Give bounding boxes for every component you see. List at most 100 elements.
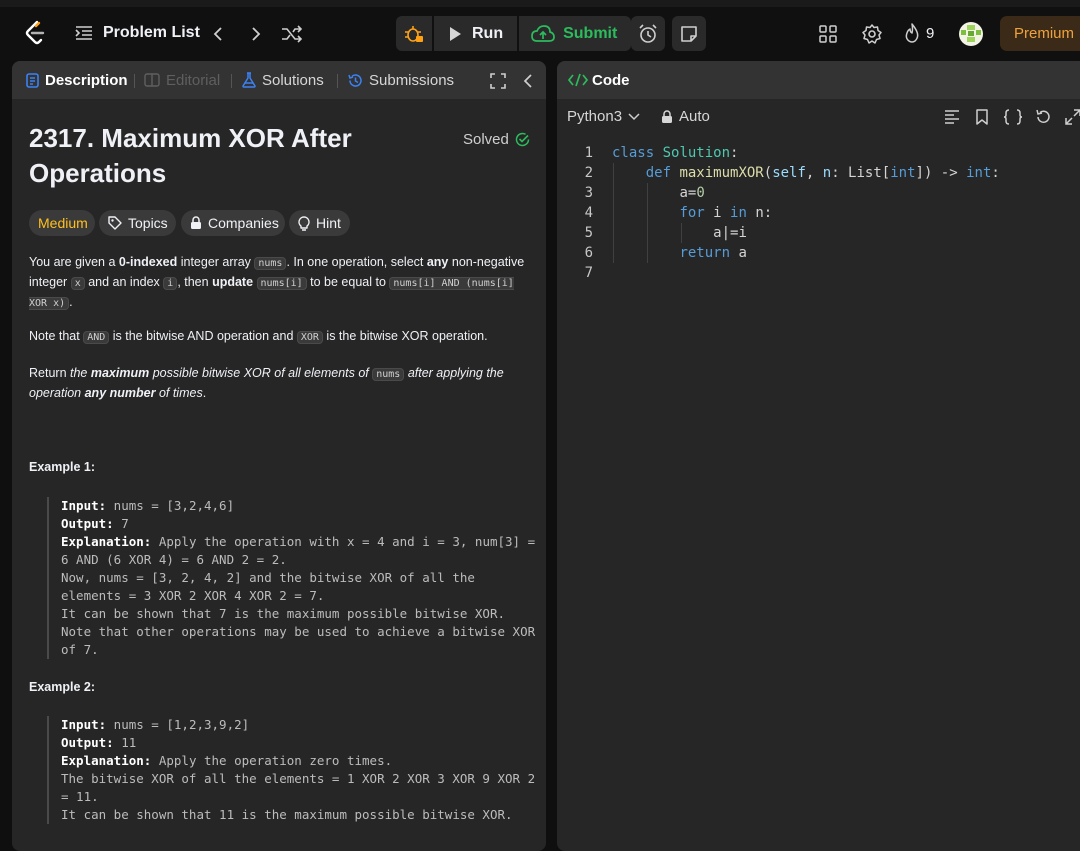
random-problem-button[interactable] — [280, 23, 304, 45]
lightbulb-icon — [298, 215, 310, 231]
code-editor[interactable]: 1 class Solution: 2 def maximumXOR(self,… — [557, 143, 1080, 363]
problem-title: 2317. Maximum XOR After Operations — [29, 123, 352, 188]
leetcode-logo-icon[interactable] — [22, 19, 48, 47]
expand-editor-button[interactable] — [1064, 108, 1080, 126]
tab-editorial[interactable]: Editorial — [144, 61, 220, 99]
companies-tag-button[interactable]: Companies — [181, 210, 285, 236]
code-line-text: a=0 — [679, 185, 705, 201]
tab-divider — [134, 74, 135, 88]
topics-label: Topics — [128, 215, 168, 231]
grid-layout-icon — [819, 25, 837, 43]
gear-icon — [862, 24, 882, 44]
problem-statement-paragraph: You are given a 0-indexed integer array … — [29, 255, 525, 310]
tab-code[interactable]: Code — [568, 61, 630, 99]
braces-button[interactable] — [1002, 108, 1024, 126]
tab-description-label: Description — [45, 71, 128, 89]
premium-label: Premium — [1014, 25, 1075, 42]
tab-solutions-label: Solutions — [262, 71, 324, 89]
code-line: 1 class Solution: — [557, 143, 739, 163]
submit-button[interactable]: Submit — [519, 16, 632, 51]
description-panel: Description Editorial Solutions Submissi… — [12, 61, 546, 851]
code-line: 5 a|=i — [557, 223, 747, 243]
bookmark-icon — [976, 109, 988, 125]
layout-button[interactable] — [817, 23, 839, 45]
cloud-upload-icon — [531, 24, 555, 43]
undo-icon — [1036, 109, 1050, 123]
code-line: 4 for i in n: — [557, 203, 773, 223]
history-icon — [348, 73, 363, 88]
tag-icon — [108, 216, 122, 230]
difficulty-badge: Medium — [29, 210, 95, 236]
code-brackets-icon — [568, 73, 588, 87]
return-paragraph: Return the maximum possible bitwise XOR … — [29, 366, 504, 400]
chevron-right-icon — [252, 27, 261, 41]
inline-code: AND — [83, 331, 110, 344]
flask-icon — [242, 72, 256, 88]
language-select[interactable]: Python3 — [567, 108, 640, 125]
inline-code: nums[i] — [256, 277, 307, 290]
language-label: Python3 — [567, 108, 623, 125]
example-1-block: Input: nums = [3,2,4,6] Output: 7 Explan… — [47, 497, 537, 659]
code-line-text: class Solution: — [612, 145, 739, 161]
expand-diagonal-icon — [1065, 109, 1080, 125]
curly-braces-icon — [1003, 109, 1023, 125]
bug-lock-icon — [404, 24, 424, 44]
collapse-panel-button[interactable] — [519, 72, 537, 90]
tab-divider — [231, 74, 232, 88]
timer-button[interactable] — [631, 16, 665, 51]
debug-button[interactable] — [396, 16, 432, 51]
bookmark-button[interactable] — [973, 108, 991, 126]
line-number: 5 — [584, 225, 593, 241]
reset-code-button[interactable] — [1034, 108, 1052, 126]
tab-solutions[interactable]: Solutions — [242, 61, 324, 99]
note-icon — [681, 25, 697, 42]
settings-button[interactable] — [861, 23, 883, 45]
list-icon — [75, 25, 93, 41]
check-circle-icon — [515, 132, 530, 147]
inline-code: i — [163, 277, 178, 290]
line-number: 7 — [584, 265, 593, 281]
topics-tag-button[interactable]: Topics — [99, 210, 176, 236]
streak-counter[interactable]: 9 — [904, 23, 934, 43]
notes-button[interactable] — [672, 16, 706, 51]
line-number: 3 — [584, 185, 593, 201]
chevron-left-icon — [213, 27, 222, 41]
tab-editorial-label: Editorial — [166, 71, 221, 89]
document-icon — [26, 72, 39, 88]
solved-status: Solved — [463, 131, 530, 148]
hint-tag-button[interactable]: Hint — [289, 210, 350, 236]
play-icon — [448, 26, 462, 42]
tab-submissions[interactable]: Submissions — [348, 61, 454, 99]
tab-code-label: Code — [592, 71, 630, 89]
companies-label: Companies — [208, 215, 279, 231]
premium-button[interactable]: Premium — [1000, 16, 1080, 51]
submit-label: Submit — [563, 24, 618, 42]
book-icon — [144, 73, 160, 87]
difficulty-label: Medium — [38, 215, 88, 231]
problem-list-button[interactable]: Problem List — [75, 24, 200, 42]
code-line-text: for i in n: — [679, 205, 773, 221]
fullscreen-button[interactable] — [489, 72, 507, 90]
code-line: 7 — [557, 263, 593, 283]
example-2-title: Example 2: — [29, 680, 96, 694]
run-button[interactable]: Run — [434, 16, 518, 51]
shuffle-icon — [282, 25, 303, 43]
line-number: 1 — [584, 145, 593, 161]
run-label: Run — [472, 24, 504, 42]
align-left-icon — [945, 110, 959, 124]
format-code-button[interactable] — [943, 108, 961, 126]
avatar[interactable] — [959, 22, 983, 46]
line-number: 4 — [584, 205, 593, 221]
autocomplete-mode[interactable]: Auto — [661, 108, 710, 125]
avatar-pattern-icon — [961, 25, 981, 42]
chevron-down-icon — [628, 112, 640, 121]
code-line: 2 def maximumXOR(self, n: List[int]) -> … — [557, 163, 1000, 183]
window-top-strip — [0, 0, 1080, 7]
code-line: 3 a=0 — [557, 183, 705, 203]
inline-code: XOR — [296, 331, 323, 344]
line-number: 2 — [584, 165, 593, 181]
tab-description[interactable]: Description — [26, 61, 128, 99]
next-problem-button[interactable] — [246, 24, 266, 44]
lock-icon — [661, 109, 673, 124]
previous-problem-button[interactable] — [208, 24, 228, 44]
